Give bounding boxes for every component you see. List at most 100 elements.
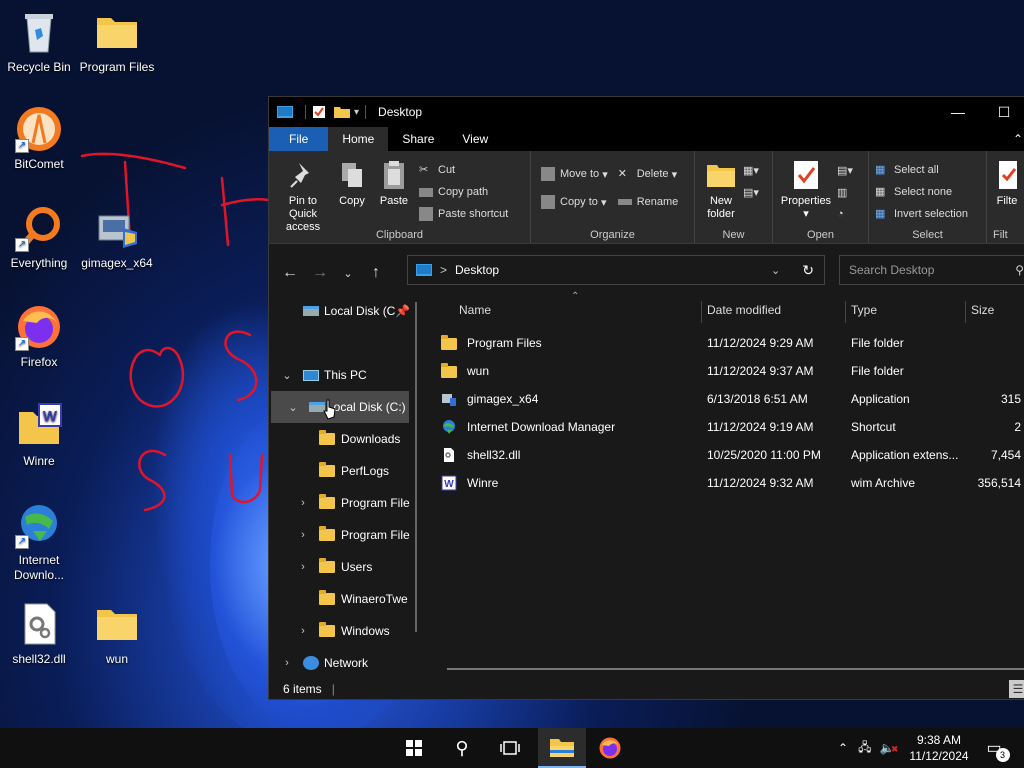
filter-icon bbox=[997, 159, 1017, 191]
nav-item-this-pc[interactable]: ⌄ This PC bbox=[269, 359, 415, 391]
volume-muted-icon[interactable]: 🔈 ✖ bbox=[879, 741, 898, 755]
table-row[interactable]: Program Files 11/12/2024 9:29 AM File fo… bbox=[441, 329, 1024, 357]
recent-locations-chevron-icon[interactable]: ⌄ bbox=[335, 267, 361, 280]
chevron-right-icon[interactable]: › bbox=[297, 625, 309, 637]
select-all-button[interactable]: ▦ Select all bbox=[875, 161, 968, 179]
desktop-icon-winre[interactable]: W Winre bbox=[0, 402, 78, 469]
chevron-up-icon[interactable]: ⌃ bbox=[838, 741, 848, 755]
nav-item-network[interactable]: › Network bbox=[269, 647, 415, 679]
copy-to-button[interactable]: Copy to ▾ bbox=[541, 193, 608, 211]
column-header-type[interactable]: Type bbox=[851, 295, 877, 325]
ribbon-group-organize: Move to ▾ Copy to ▾ ✕ Delete ▾ Rename Org… bbox=[531, 151, 695, 243]
desktop-icon-internet-download-manager[interactable]: ↗ Internet Downlo... bbox=[0, 501, 78, 583]
nav-pane-scrollbar[interactable] bbox=[415, 302, 417, 632]
desktop-icon-firefox[interactable]: ↗ Firefox bbox=[0, 303, 78, 370]
column-separator[interactable] bbox=[845, 301, 846, 323]
chevron-down-icon[interactable]: ⌄ bbox=[281, 369, 293, 382]
move-to-button[interactable]: Move to ▾ bbox=[541, 165, 608, 183]
nav-item-program-files-x86[interactable]: › Program File bbox=[269, 519, 415, 551]
table-row[interactable]: W Winre 11/12/2024 9:32 AM wim Archive 3… bbox=[441, 469, 1024, 497]
chevron-right-icon[interactable]: › bbox=[297, 497, 309, 509]
delete-button[interactable]: ✕ Delete ▾ bbox=[618, 165, 679, 183]
task-view-button[interactable] bbox=[486, 728, 534, 768]
start-button[interactable] bbox=[390, 728, 438, 768]
column-separator[interactable] bbox=[701, 301, 702, 323]
table-row[interactable]: Internet Download Manager 11/12/2024 9:1… bbox=[441, 413, 1024, 441]
up-arrow-icon[interactable]: ↑ bbox=[361, 264, 391, 282]
tab-file[interactable]: File bbox=[269, 127, 329, 151]
pin-icon: 📌 bbox=[395, 304, 410, 318]
forward-arrow-icon[interactable]: → bbox=[305, 264, 335, 282]
task-view-icon bbox=[500, 741, 520, 755]
rename-button[interactable]: Rename bbox=[617, 193, 678, 211]
desktop-icon-bitcomet[interactable]: ↗ BitComet bbox=[0, 105, 78, 172]
action-center-button[interactable]: ▭ 3 bbox=[972, 728, 1016, 768]
chevron-right-icon[interactable]: › bbox=[297, 529, 309, 541]
taskbar-file-explorer[interactable] bbox=[538, 728, 586, 768]
search-button[interactable]: ⚲ bbox=[438, 728, 486, 768]
desktop-icon-everything[interactable]: ↗ Everything bbox=[0, 204, 78, 271]
properties-quick-icon[interactable] bbox=[312, 105, 326, 119]
expand-ribbon-icon[interactable]: ⌃ bbox=[1013, 127, 1023, 151]
nav-item-local-disk-pinned[interactable]: Local Disk (C 📌 bbox=[269, 295, 415, 327]
firefox-icon bbox=[599, 737, 621, 759]
desktop-icon-wun[interactable]: wun bbox=[78, 600, 156, 667]
minimize-button[interactable]: — bbox=[935, 97, 981, 127]
gimagex-icon bbox=[441, 391, 457, 407]
edit-icon[interactable]: ▥ bbox=[837, 183, 853, 201]
everything-search-icon: ↗ bbox=[15, 204, 63, 252]
paste-shortcut-button[interactable]: Paste shortcut bbox=[419, 205, 508, 223]
taskbar-clock[interactable]: 9:38 AM 11/12/2024 bbox=[906, 732, 972, 764]
open-icon[interactable]: ▤▾ bbox=[837, 161, 853, 179]
column-header-size[interactable]: Size bbox=[971, 295, 994, 325]
history-icon[interactable]: ◔ bbox=[837, 205, 853, 223]
select-none-button[interactable]: ▦ Select none bbox=[875, 183, 968, 201]
nav-item-downloads[interactable]: Downloads bbox=[269, 423, 415, 455]
invert-selection-button[interactable]: ▦ Invert selection bbox=[875, 205, 968, 223]
new-folder-quick-icon[interactable] bbox=[334, 106, 350, 118]
easy-access-icon[interactable]: ▤▾ bbox=[743, 183, 759, 201]
chevron-right-icon[interactable]: › bbox=[281, 657, 293, 669]
copy-path-button[interactable]: Copy path bbox=[419, 183, 508, 201]
network-icon[interactable]: 🖧 bbox=[858, 738, 871, 759]
desktop-icon-program-files[interactable]: Program Files bbox=[78, 8, 156, 75]
address-bar[interactable]: > Desktop ⌄ ↻ bbox=[407, 255, 825, 285]
refresh-icon[interactable]: ↻ bbox=[802, 262, 814, 279]
table-row[interactable]: shell32.dll 10/25/2020 11:00 PM Applicat… bbox=[441, 441, 1024, 469]
tab-view[interactable]: View bbox=[448, 127, 502, 151]
notification-icon: ▭ 3 bbox=[986, 738, 1010, 762]
chevron-right-icon[interactable]: › bbox=[297, 561, 309, 573]
taskbar-firefox[interactable] bbox=[586, 728, 634, 768]
address-dropdown-chevron-icon[interactable]: ⌄ bbox=[771, 264, 780, 277]
table-row[interactable]: wun 11/12/2024 9:37 AM File folder bbox=[441, 357, 1024, 385]
desktop-icon-recycle-bin[interactable]: Recycle Bin bbox=[0, 8, 78, 75]
chevron-down-icon[interactable]: ⌄ bbox=[287, 401, 299, 414]
column-header-name[interactable]: Name bbox=[459, 295, 491, 325]
column-header-date-modified[interactable]: Date modified bbox=[707, 295, 781, 325]
dll-file-icon bbox=[441, 447, 457, 463]
table-row[interactable]: gimagex_x64 6/13/2018 6:51 AM Applicatio… bbox=[441, 385, 1024, 413]
folder-icon bbox=[441, 363, 457, 379]
new-item-icon[interactable]: ▦▾ bbox=[743, 161, 759, 179]
nav-item-windows[interactable]: › Windows bbox=[269, 615, 415, 647]
search-input[interactable]: Search Desktop ⚲ bbox=[839, 255, 1024, 285]
nav-item-users[interactable]: › Users bbox=[269, 551, 415, 583]
maximize-button[interactable]: ☐ bbox=[981, 97, 1024, 127]
move-to-icon bbox=[541, 167, 555, 181]
tab-share[interactable]: Share bbox=[388, 127, 448, 151]
details-view-icon[interactable]: ☰ bbox=[1009, 680, 1024, 698]
nav-item-program-files[interactable]: › Program File bbox=[269, 487, 415, 519]
back-arrow-icon[interactable]: ← bbox=[275, 264, 305, 282]
nav-item-perflogs[interactable]: PerfLogs bbox=[269, 455, 415, 487]
desktop-icon-gimagex[interactable]: gimagex_x64 bbox=[78, 204, 156, 271]
wim-archive-icon: W bbox=[441, 475, 457, 491]
nav-item-winaerotweaker[interactable]: WinaeroTwe bbox=[269, 583, 415, 615]
nav-item-local-disk-c[interactable]: ⌄ Local Disk (C:) bbox=[271, 391, 409, 423]
customize-quick-access-icon[interactable]: ▾ bbox=[354, 107, 359, 118]
tab-home[interactable]: Home bbox=[328, 127, 389, 151]
column-separator[interactable] bbox=[965, 301, 966, 323]
file-list-horizontal-scrollbar[interactable] bbox=[447, 668, 1024, 670]
desktop-icon-shell32[interactable]: shell32.dll bbox=[0, 600, 78, 667]
cut-button[interactable]: ✂ Cut bbox=[419, 161, 508, 179]
breadcrumb-desktop[interactable]: Desktop bbox=[455, 263, 499, 277]
